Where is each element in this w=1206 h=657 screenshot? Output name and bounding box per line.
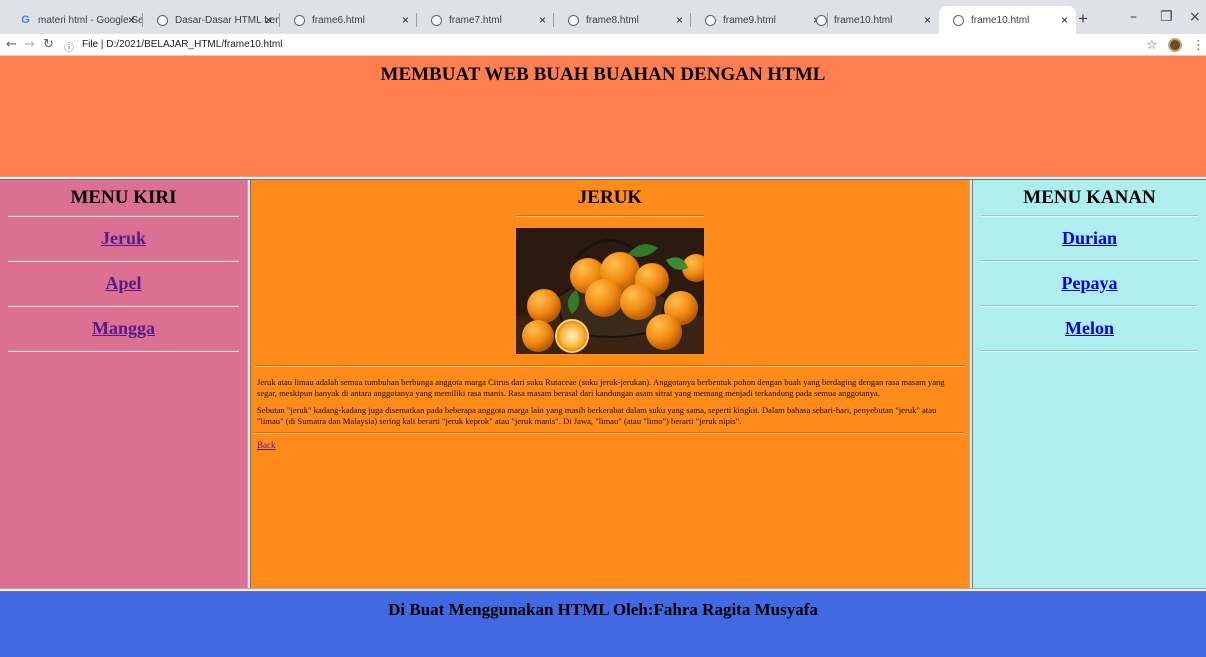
browser-tab-bar: G materi html - Google Search × Dasar-Da…	[0, 0, 1206, 34]
menu-link-durian[interactable]: Durian	[973, 217, 1206, 260]
info-icon[interactable]: ⓘ	[64, 39, 74, 54]
menu-link-jeruk[interactable]: Jeruk	[0, 217, 247, 260]
address-bar: ← → ↻ ⓘ File | D:/2021/BELAJAR_HTML/fram…	[0, 34, 1206, 56]
tab-close-icon[interactable]: ×	[924, 13, 931, 27]
page-title: MEMBUAT WEB BUAH BUAHAN DENGAN HTML	[380, 64, 826, 85]
content-paragraph: Jeruk atau limau adalah semua tumbuhan b…	[257, 377, 945, 398]
browser-tab[interactable]: G materi html - Google Search ×	[6, 6, 143, 34]
bookmark-star-icon[interactable]: ☆	[1146, 37, 1158, 53]
browser-tab[interactable]: frame7.html ×	[417, 6, 554, 34]
tab-close-icon[interactable]: ×	[676, 13, 683, 27]
browser-tab[interactable]: frame10.html ×	[802, 6, 939, 34]
divider	[255, 365, 965, 367]
left-menu-frame: MENU KIRI Jeruk Apel Mangga	[0, 180, 247, 588]
globe-icon	[157, 14, 168, 26]
content-frame: JERUK Jeruk atau limau adalah semua tumb…	[251, 180, 969, 588]
divider	[8, 350, 239, 352]
browser-tab[interactable]: frame8.html ×	[554, 6, 691, 34]
globe-icon	[568, 14, 579, 26]
footer-frame: Di Buat Menggunakan HTML Oleh:Fahra Ragi…	[0, 592, 1206, 657]
right-menu-frame: MENU KANAN Durian Pepaya Melon	[973, 180, 1206, 588]
divider	[516, 215, 704, 217]
content-title: JERUK	[577, 187, 643, 208]
url-field[interactable]: File | D:/2021/BELAJAR_HTML/frame10.html	[82, 39, 282, 50]
google-icon: G	[21, 14, 30, 26]
globe-icon	[294, 14, 305, 26]
right-menu-title: MENU KANAN	[1023, 187, 1156, 208]
footer-text: Di Buat Menggunakan HTML Oleh:Fahra Ragi…	[388, 600, 818, 619]
menu-link-melon[interactable]: Melon	[973, 307, 1206, 350]
menu-link-apel[interactable]: Apel	[0, 262, 247, 305]
back-link[interactable]: Back	[257, 440, 276, 450]
divider	[255, 432, 965, 434]
window-close-button[interactable]: ×	[1189, 9, 1201, 25]
tab-close-icon[interactable]: ×	[402, 13, 409, 27]
new-tab-button[interactable]: +	[1078, 9, 1088, 29]
forward-button[interactable]: →	[24, 37, 35, 52]
minimize-button[interactable]: –	[1130, 9, 1137, 25]
tab-close-icon[interactable]: ×	[265, 13, 272, 27]
globe-icon	[705, 14, 716, 26]
divider	[981, 350, 1198, 352]
browser-menu-icon[interactable]: ⋮	[1192, 37, 1205, 53]
tab-close-icon[interactable]: ×	[1061, 13, 1068, 27]
tab-close-icon[interactable]: ×	[539, 13, 546, 27]
tab-close-icon[interactable]: ×	[128, 13, 135, 27]
restore-button[interactable]: ❐	[1160, 9, 1173, 25]
browser-tab[interactable]: frame6.html ×	[280, 6, 417, 34]
globe-icon	[431, 14, 442, 26]
orange-fruit-image	[516, 228, 704, 354]
browser-tab[interactable]: Dasar-Dasar HTML Lengkap ×	[143, 6, 280, 34]
header-frame: MEMBUAT WEB BUAH BUAHAN DENGAN HTML	[0, 56, 1206, 176]
menu-link-mangga[interactable]: Mangga	[0, 307, 247, 350]
menu-link-pepaya[interactable]: Pepaya	[973, 262, 1206, 305]
reload-button[interactable]: ↻	[43, 37, 54, 52]
browser-tab-active[interactable]: frame10.html ×	[939, 6, 1076, 34]
left-menu-title: MENU KIRI	[70, 187, 177, 208]
content-paragraph: Sebutan "jeruk" kadang-kadang juga disem…	[257, 405, 937, 426]
globe-icon	[953, 14, 964, 26]
profile-avatar[interactable]	[1168, 38, 1182, 52]
back-button[interactable]: ←	[6, 37, 17, 52]
globe-icon	[816, 14, 827, 26]
